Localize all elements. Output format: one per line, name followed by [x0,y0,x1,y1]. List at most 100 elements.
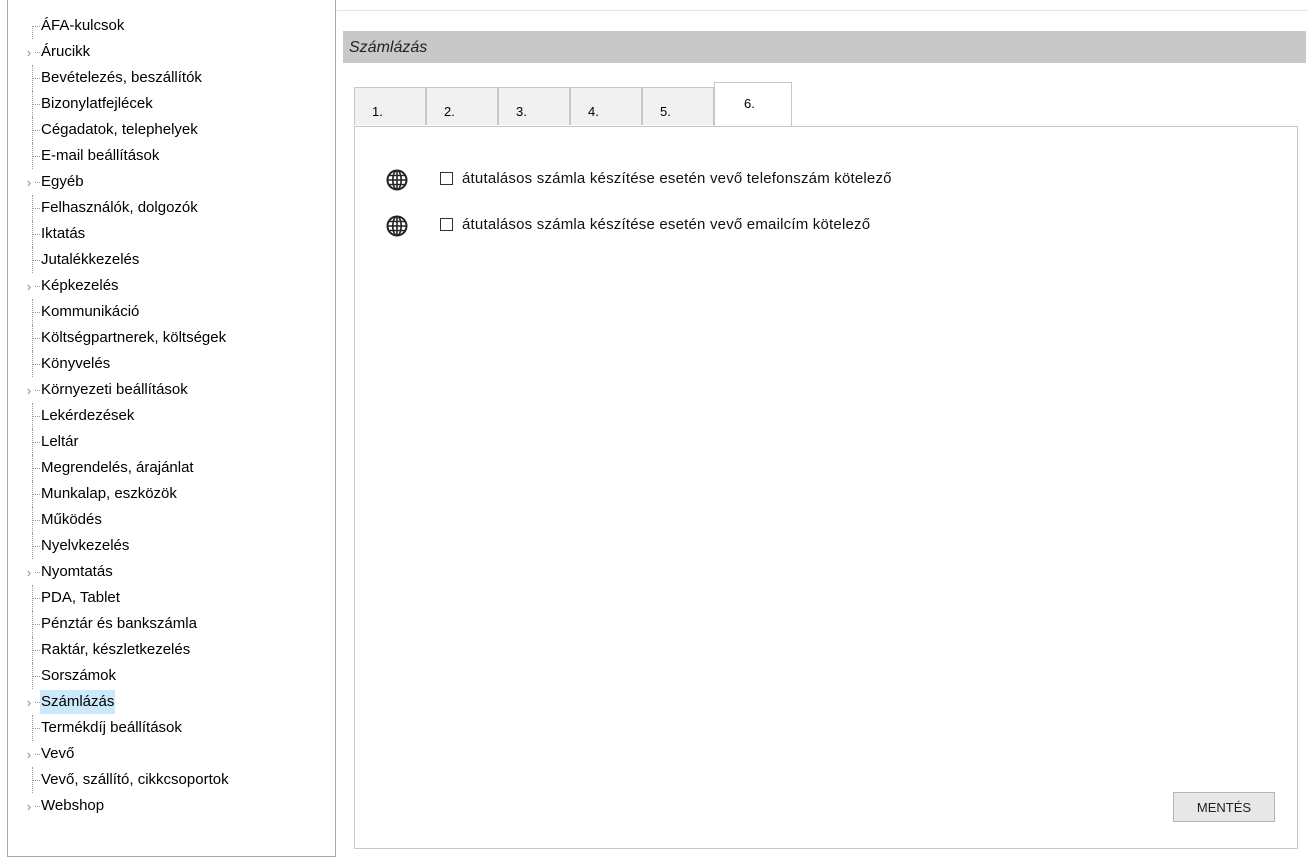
chevron-right-icon[interactable]: › [23,689,35,715]
sidebar-item-label[interactable]: Webshop [40,794,105,818]
sidebar-item-label[interactable]: Leltár [40,430,80,454]
sidebar-item[interactable]: › Egyéb [8,169,335,195]
email-required-label: átutalásos számla készítése esetén vevő … [462,216,871,233]
phone-required-checkbox[interactable] [440,172,453,185]
save-button[interactable]: MENTÉS [1173,792,1275,822]
sidebar-item-label[interactable]: Iktatás [40,222,86,246]
sidebar-item-label[interactable]: Egyéb [40,170,85,194]
tree-branch-line [32,78,40,79]
sidebar-item-label[interactable]: Kommunikáció [40,300,140,324]
top-divider [337,10,1308,11]
tree-list: ÁFA-kulcsok › Árucikk Bevételezés, beszállí… [8,13,335,819]
tab-5[interactable]: 5. [642,87,714,125]
sidebar-item-label[interactable]: Sorszámok [40,664,117,688]
sidebar-item[interactable]: › Árucikk [8,39,335,65]
email-required-checkbox[interactable] [440,218,453,231]
sidebar-item[interactable]: Kommunikáció [8,299,335,325]
sidebar-item[interactable]: › Vevő [8,741,335,767]
sidebar-item-label[interactable]: Bizonylatfejlécek [40,92,154,116]
sidebar-item[interactable]: Termékdíj beállítások [8,715,335,741]
sidebar-item-label[interactable]: Vevő, szállító, cikkcsoportok [40,768,230,792]
sidebar-item-label[interactable]: Bevételezés, beszállítók [40,66,203,90]
sidebar-item[interactable]: Jutalékkezelés [8,247,335,273]
tree-branch-line [32,494,40,495]
sidebar-item-label[interactable]: Vevő [40,742,75,766]
sidebar-item[interactable]: PDA, Tablet [8,585,335,611]
sidebar-item-label[interactable]: Megrendelés, árajánlat [40,456,195,480]
chevron-right-icon[interactable]: › [23,169,35,195]
tree-branch-line [32,780,40,781]
tree-branch-line [32,442,40,443]
sidebar-item-label[interactable]: Cégadatok, telephelyek [40,118,199,142]
tab-3[interactable]: 3. [498,87,570,125]
tree-branch-line [32,234,40,235]
sidebar-item[interactable]: Pénztár és bankszámla [8,611,335,637]
sidebar-item-label[interactable]: Árucikk [40,40,91,64]
sidebar-item-label[interactable]: Nyomtatás [40,560,114,584]
sidebar-tree: ÁFA-kulcsok › Árucikk Bevételezés, beszállí… [7,0,336,857]
sidebar-item[interactable]: Raktár, készletkezelés [8,637,335,663]
sidebar-item-label[interactable]: Képkezelés [40,274,120,298]
sidebar-item-label[interactable]: Környezeti beállítások [40,378,189,402]
tab-1[interactable]: 1. [354,87,426,125]
chevron-right-icon[interactable]: › [23,39,35,65]
sidebar-item[interactable]: › Nyomtatás [8,559,335,585]
chevron-right-icon[interactable]: › [23,559,35,585]
sidebar-item-label[interactable]: Költségpartnerek, költségek [40,326,227,350]
sidebar-item[interactable]: Iktatás [8,221,335,247]
sidebar-item[interactable]: Sorszámok [8,663,335,689]
tab-2[interactable]: 2. [426,87,498,125]
sidebar-item[interactable]: › Webshop [8,793,335,819]
sidebar-item[interactable]: Könyvelés [8,351,335,377]
chevron-right-icon[interactable]: › [23,741,35,767]
sidebar-item[interactable]: Felhasználók, dolgozók [8,195,335,221]
sidebar-item[interactable]: Bevételezés, beszállítók [8,65,335,91]
sidebar-item[interactable]: Működés [8,507,335,533]
tree-branch-line [32,156,40,157]
sidebar-item-label[interactable]: Munkalap, eszközök [40,482,178,506]
sidebar-item-label[interactable]: Felhasználók, dolgozók [40,196,199,220]
tab-6[interactable]: 6. [714,82,792,126]
sidebar-item-label[interactable]: Nyelvkezelés [40,534,130,558]
tree-branch-line [32,26,40,27]
tree-connector-line [32,26,33,39]
sidebar-item-label[interactable]: ÁFA-kulcsok [40,14,125,38]
sidebar-item-label[interactable]: Lekérdezések [40,404,135,428]
globe-icon [386,215,408,237]
sidebar-item[interactable]: Megrendelés, árajánlat [8,455,335,481]
sidebar-item-label[interactable]: Pénztár és bankszámla [40,612,198,636]
sidebar-item[interactable]: ÁFA-kulcsok [8,13,335,39]
chevron-right-icon[interactable]: › [23,377,35,403]
sidebar-item-label[interactable]: PDA, Tablet [40,586,121,610]
sidebar-item[interactable]: Cégadatok, telephelyek [8,117,335,143]
sidebar-item[interactable]: › Környezeti beállítások [8,377,335,403]
sidebar-item[interactable]: Munkalap, eszközök [8,481,335,507]
sidebar-item-label[interactable]: Számlázás [40,690,116,714]
tree-branch-line [32,468,40,469]
tree-branch-line [32,338,40,339]
sidebar-item-label[interactable]: Könyvelés [40,352,111,376]
tab-content-panel: átutalásos számla készítése esetén vevő … [354,126,1298,849]
sidebar-item[interactable]: Nyelvkezelés [8,533,335,559]
sidebar-item-label[interactable]: E-mail beállítások [40,144,160,168]
tree-branch-line [32,208,40,209]
tab-4[interactable]: 4. [570,87,642,125]
chevron-right-icon[interactable]: › [23,793,35,819]
tree-branch-line [32,546,40,547]
sidebar-item[interactable]: E-mail beállítások [8,143,335,169]
sidebar-item[interactable]: Bizonylatfejlécek [8,91,335,117]
sidebar-item[interactable]: Vevő, szállító, cikkcsoportok [8,767,335,793]
sidebar-item[interactable]: Lekérdezések [8,403,335,429]
sidebar-item[interactable]: › Képkezelés [8,273,335,299]
chevron-right-icon[interactable]: › [23,273,35,299]
tree-branch-line [32,364,40,365]
sidebar-item[interactable]: › Számlázás [8,689,335,715]
sidebar-item-label[interactable]: Raktár, készletkezelés [40,638,191,662]
sidebar-item-label[interactable]: Termékdíj beállítások [40,716,183,740]
sidebar-item[interactable]: Leltár [8,429,335,455]
tree-branch-line [32,104,40,105]
sidebar-item[interactable]: Költségpartnerek, költségek [8,325,335,351]
sidebar-item-label[interactable]: Működés [40,508,103,532]
sidebar-item-label[interactable]: Jutalékkezelés [40,248,140,272]
phone-required-label: átutalásos számla készítése esetén vevő … [462,170,892,187]
